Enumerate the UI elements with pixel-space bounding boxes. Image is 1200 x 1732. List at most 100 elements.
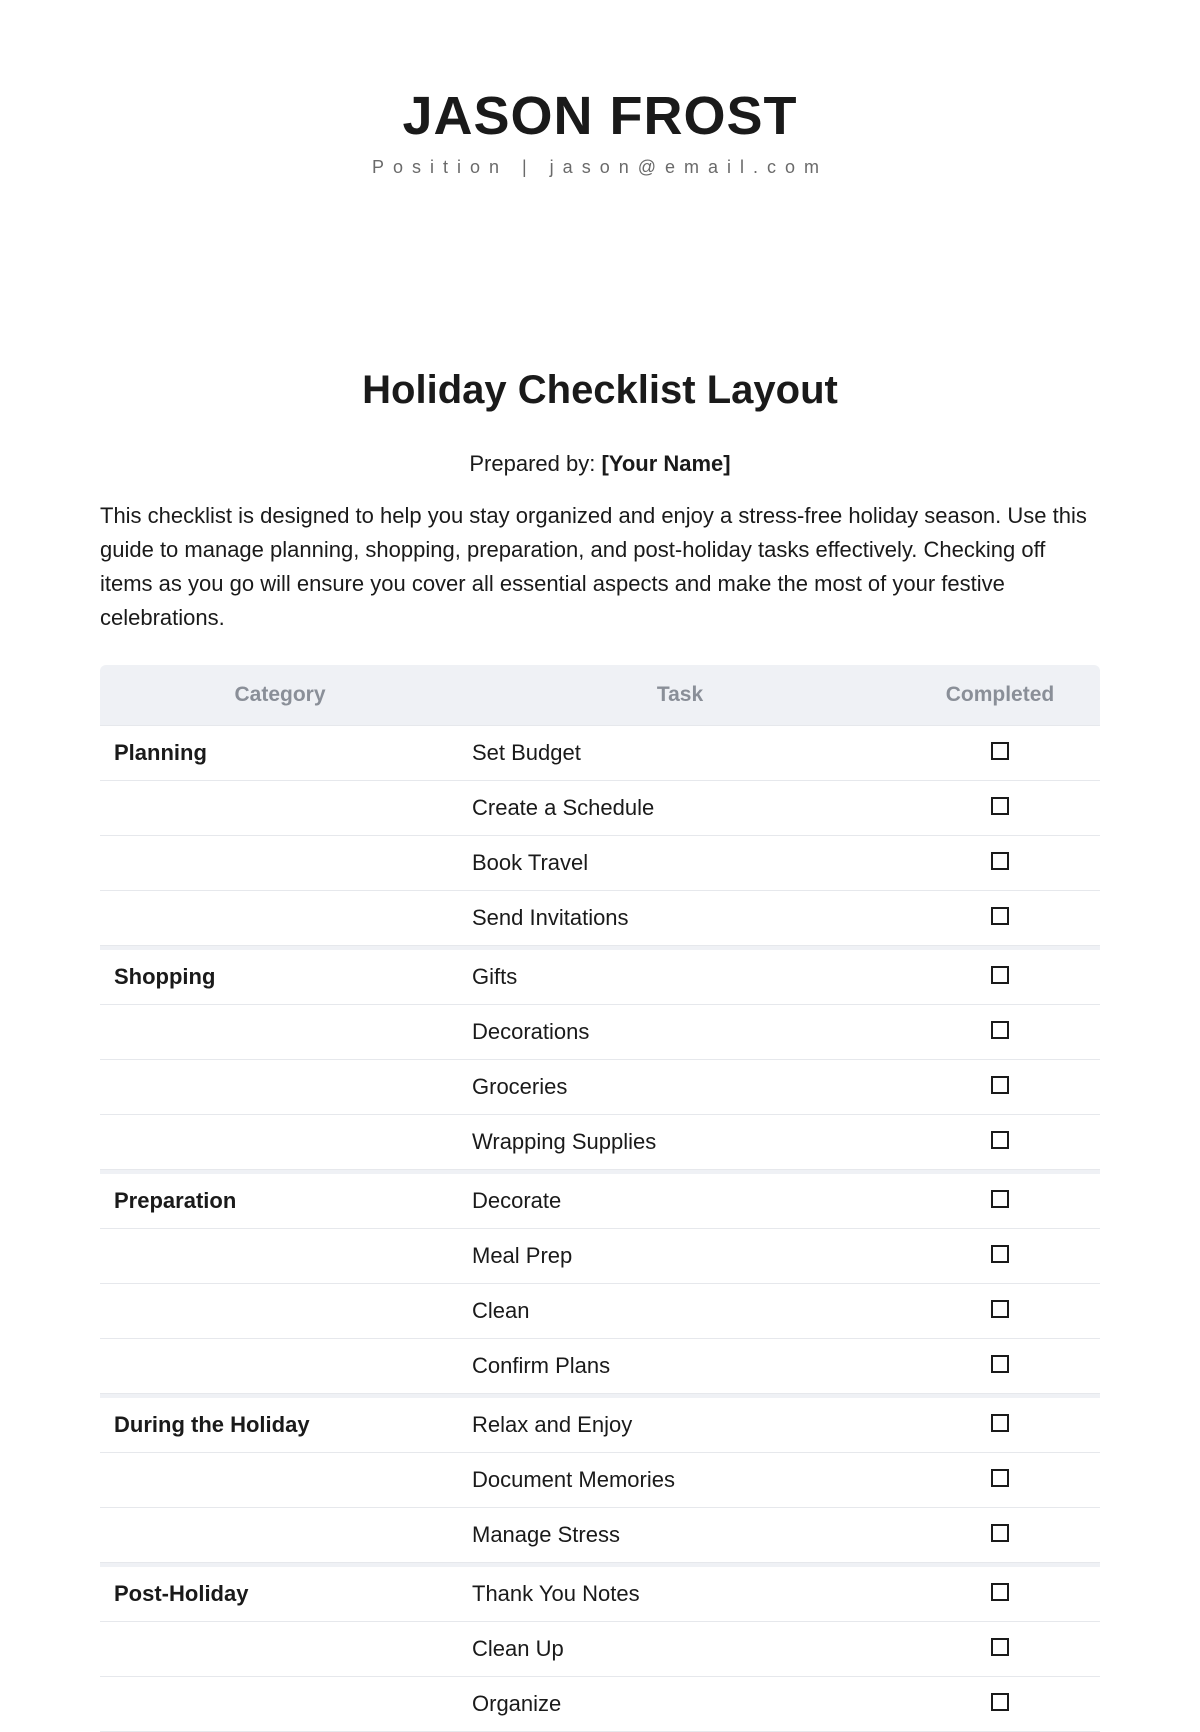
completed-cell [900,1170,1100,1229]
checklist-table: Category Task Completed PlanningSet Budg… [100,665,1100,1732]
task-cell: Organize [460,1677,900,1732]
author-subtitle: Position | jason@email.com [100,157,1100,178]
table-row: Create a Schedule [100,781,1100,836]
completed-cell [900,726,1100,781]
completed-cell [900,1229,1100,1284]
category-cell [100,1508,460,1563]
task-cell: Clean Up [460,1622,900,1677]
category-cell [100,1284,460,1339]
task-cell: Groceries [460,1060,900,1115]
category-cell: Shopping [100,946,460,1005]
header-category: Category [100,665,460,726]
task-cell: Relax and Enjoy [460,1394,900,1453]
completed-cell [900,1508,1100,1563]
category-cell [100,1005,460,1060]
completed-cell [900,781,1100,836]
table-row: ShoppingGifts [100,946,1100,1005]
completed-cell [900,1339,1100,1394]
table-row: PlanningSet Budget [100,726,1100,781]
prepared-by-label: Prepared by: [469,451,601,476]
checkbox-icon[interactable] [991,907,1009,925]
completed-cell [900,891,1100,946]
header-completed: Completed [900,665,1100,726]
category-cell [100,891,460,946]
table-row: Groceries [100,1060,1100,1115]
header-task: Task [460,665,900,726]
task-cell: Set Budget [460,726,900,781]
table-row: Clean Up [100,1622,1100,1677]
category-cell: Preparation [100,1170,460,1229]
table-row: Organize [100,1677,1100,1732]
checkbox-icon[interactable] [991,966,1009,984]
completed-cell [900,1115,1100,1170]
task-cell: Confirm Plans [460,1339,900,1394]
checkbox-icon[interactable] [991,1638,1009,1656]
prepared-by-line: Prepared by: [Your Name] [100,451,1100,477]
checkbox-icon[interactable] [991,1583,1009,1601]
table-row: During the HolidayRelax and Enjoy [100,1394,1100,1453]
category-cell [100,1339,460,1394]
task-cell: Wrapping Supplies [460,1115,900,1170]
completed-cell [900,1622,1100,1677]
table-row: Clean [100,1284,1100,1339]
task-cell: Thank You Notes [460,1563,900,1622]
completed-cell [900,1677,1100,1732]
task-cell: Book Travel [460,836,900,891]
task-cell: Decorate [460,1170,900,1229]
task-cell: Manage Stress [460,1508,900,1563]
category-cell [100,1677,460,1732]
completed-cell [900,1394,1100,1453]
document-header: JASON FROST Position | jason@email.com [100,85,1100,178]
category-cell: Post-Holiday [100,1563,460,1622]
table-row: Manage Stress [100,1508,1100,1563]
task-cell: Decorations [460,1005,900,1060]
checkbox-icon[interactable] [991,797,1009,815]
category-cell [100,1115,460,1170]
completed-cell [900,1563,1100,1622]
table-row: Wrapping Supplies [100,1115,1100,1170]
task-cell: Gifts [460,946,900,1005]
table-row: Book Travel [100,836,1100,891]
task-cell: Clean [460,1284,900,1339]
task-cell: Document Memories [460,1453,900,1508]
category-cell [100,1229,460,1284]
checkbox-icon[interactable] [991,742,1009,760]
completed-cell [900,1005,1100,1060]
category-cell: Planning [100,726,460,781]
table-row: Decorations [100,1005,1100,1060]
completed-cell [900,1284,1100,1339]
table-row: Confirm Plans [100,1339,1100,1394]
table-row: Document Memories [100,1453,1100,1508]
checkbox-icon[interactable] [991,1131,1009,1149]
checkbox-icon[interactable] [991,1414,1009,1432]
checkbox-icon[interactable] [991,1469,1009,1487]
table-row: Post-HolidayThank You Notes [100,1563,1100,1622]
task-cell: Create a Schedule [460,781,900,836]
checkbox-icon[interactable] [991,1693,1009,1711]
completed-cell [900,946,1100,1005]
intro-paragraph: This checklist is designed to help you s… [100,499,1100,635]
checkbox-icon[interactable] [991,1076,1009,1094]
checkbox-icon[interactable] [991,1190,1009,1208]
table-row: Send Invitations [100,891,1100,946]
category-cell [100,1453,460,1508]
category-cell: During the Holiday [100,1394,460,1453]
completed-cell [900,1453,1100,1508]
category-cell [100,1622,460,1677]
table-row: PreparationDecorate [100,1170,1100,1229]
checkbox-icon[interactable] [991,1355,1009,1373]
category-cell [100,1060,460,1115]
author-name: JASON FROST [100,85,1100,147]
completed-cell [900,836,1100,891]
prepared-by-value: [Your Name] [601,451,730,476]
task-cell: Meal Prep [460,1229,900,1284]
task-cell: Send Invitations [460,891,900,946]
checkbox-icon[interactable] [991,1021,1009,1039]
category-cell [100,781,460,836]
checkbox-icon[interactable] [991,1524,1009,1542]
checkbox-icon[interactable] [991,852,1009,870]
table-header-row: Category Task Completed [100,665,1100,726]
checkbox-icon[interactable] [991,1300,1009,1318]
checkbox-icon[interactable] [991,1245,1009,1263]
category-cell [100,836,460,891]
